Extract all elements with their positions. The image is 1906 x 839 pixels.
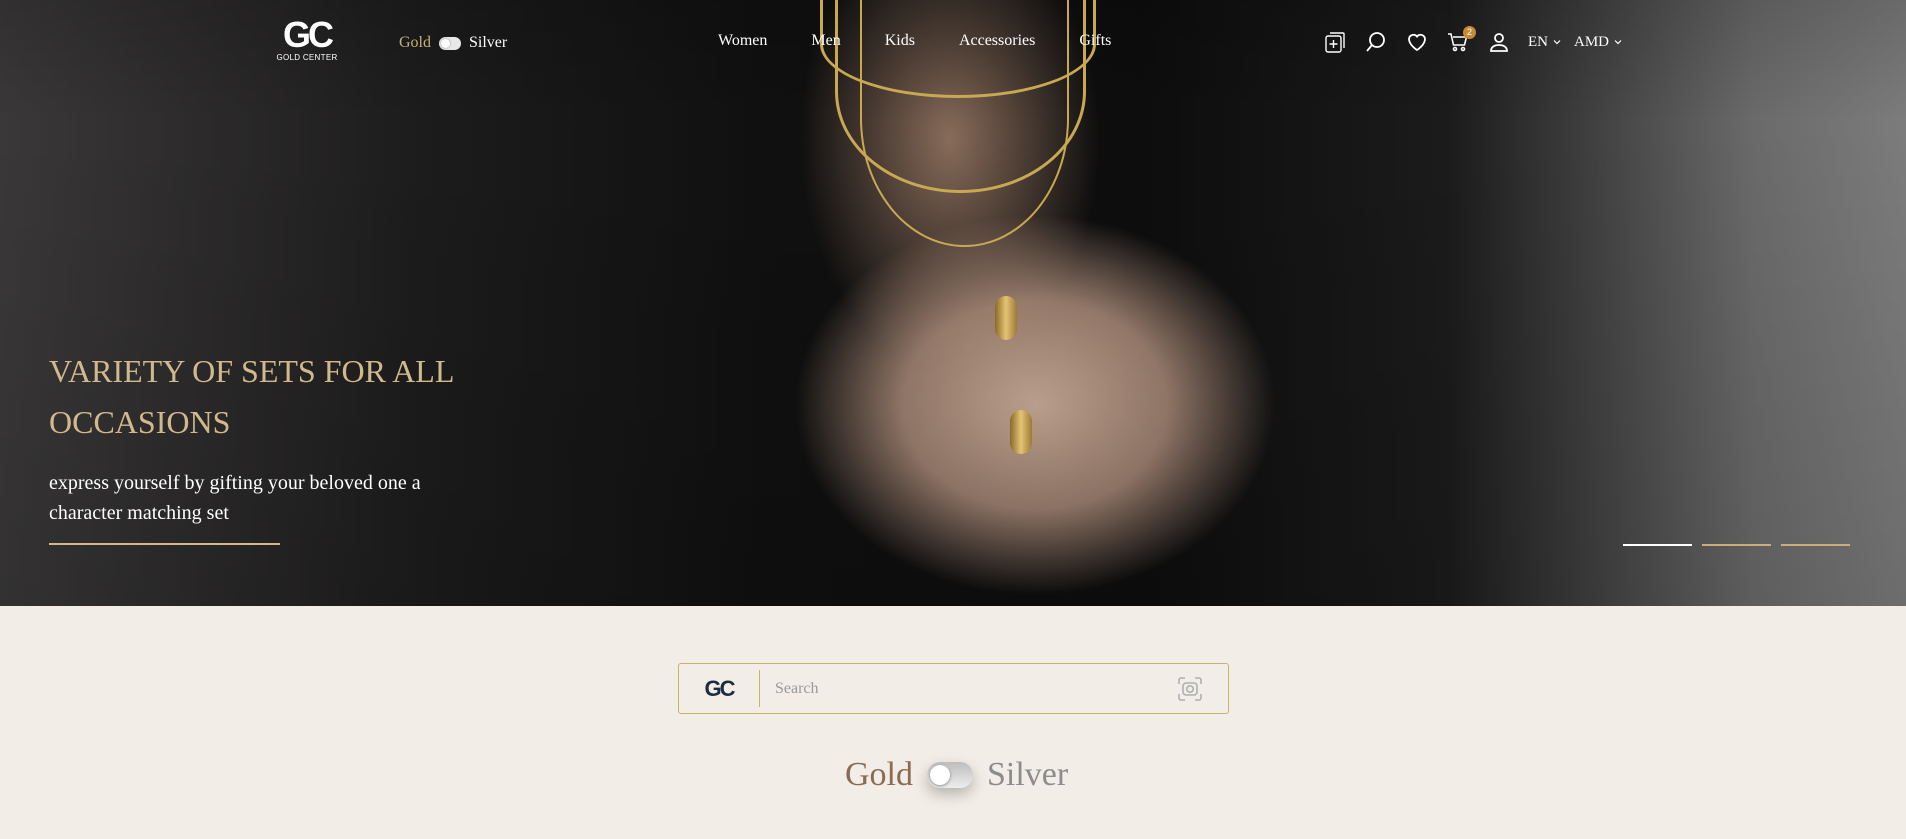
hero-caption: VARIETY OF SETS FOR ALL OCCASIONS expres… <box>49 346 469 528</box>
logo-mark: GC <box>283 14 334 55</box>
slider-pagination <box>1623 544 1850 546</box>
chevron-down-icon <box>1553 40 1561 45</box>
silver-label[interactable]: Silver <box>987 756 1068 794</box>
cart-icon[interactable]: 2 <box>1446 26 1476 54</box>
nav-women[interactable]: Women <box>718 32 767 50</box>
chevron-down-icon <box>1614 40 1622 45</box>
language-value: EN <box>1528 33 1548 50</box>
toggle-knob <box>930 765 950 785</box>
ring-image <box>995 296 1017 340</box>
add-to-compare-icon[interactable] <box>1323 30 1347 54</box>
logo-text: GOLD CENTER <box>276 53 338 62</box>
metal-toggle[interactable] <box>439 36 461 50</box>
hero-underline <box>49 543 280 545</box>
search-bar: GC <box>678 663 1229 714</box>
hero-title: VARIETY OF SETS FOR ALL OCCASIONS <box>49 353 454 440</box>
heart-icon[interactable] <box>1405 30 1429 54</box>
search-icon[interactable] <box>1364 30 1388 54</box>
metal-switch: Gold Silver <box>845 756 1068 794</box>
cart-count-badge: 2 <box>1463 26 1476 39</box>
ring-image <box>1010 410 1032 454</box>
nav-kids[interactable]: Kids <box>885 32 915 50</box>
language-select[interactable]: EN <box>1528 34 1562 51</box>
main-nav: Women Men Kids Accessories Gifts <box>718 32 1155 50</box>
metal-silver-label[interactable]: Silver <box>469 34 507 52</box>
site-header: GC GOLD CENTER Gold Silver Women Men Kid… <box>0 0 1906 86</box>
search-input[interactable] <box>760 678 1176 699</box>
slide-indicator-1[interactable] <box>1623 544 1692 546</box>
slide-indicator-3[interactable] <box>1781 544 1850 546</box>
nav-gifts[interactable]: Gifts <box>1079 32 1111 50</box>
currency-value: AMD <box>1574 33 1610 50</box>
slide-indicator-2[interactable] <box>1702 544 1771 546</box>
metal-toggle-large[interactable] <box>927 762 973 788</box>
header-metal-switch: Gold Silver <box>399 34 507 52</box>
site-logo[interactable]: GC GOLD CENTER <box>272 14 342 63</box>
user-icon[interactable] <box>1487 30 1511 54</box>
currency-select[interactable]: AMD <box>1574 34 1623 51</box>
toggle-knob <box>441 38 450 48</box>
nav-accessories[interactable]: Accessories <box>959 32 1035 50</box>
metal-gold-label[interactable]: Gold <box>399 34 431 52</box>
gold-label[interactable]: Gold <box>845 756 913 794</box>
header-actions: 2 EN AMD <box>1323 26 1635 54</box>
hero-subtitle: express yourself by gifting your beloved… <box>49 472 421 524</box>
search-logo: GC <box>679 670 760 707</box>
nav-men[interactable]: Men <box>811 32 840 50</box>
camera-icon[interactable] <box>1176 675 1204 703</box>
